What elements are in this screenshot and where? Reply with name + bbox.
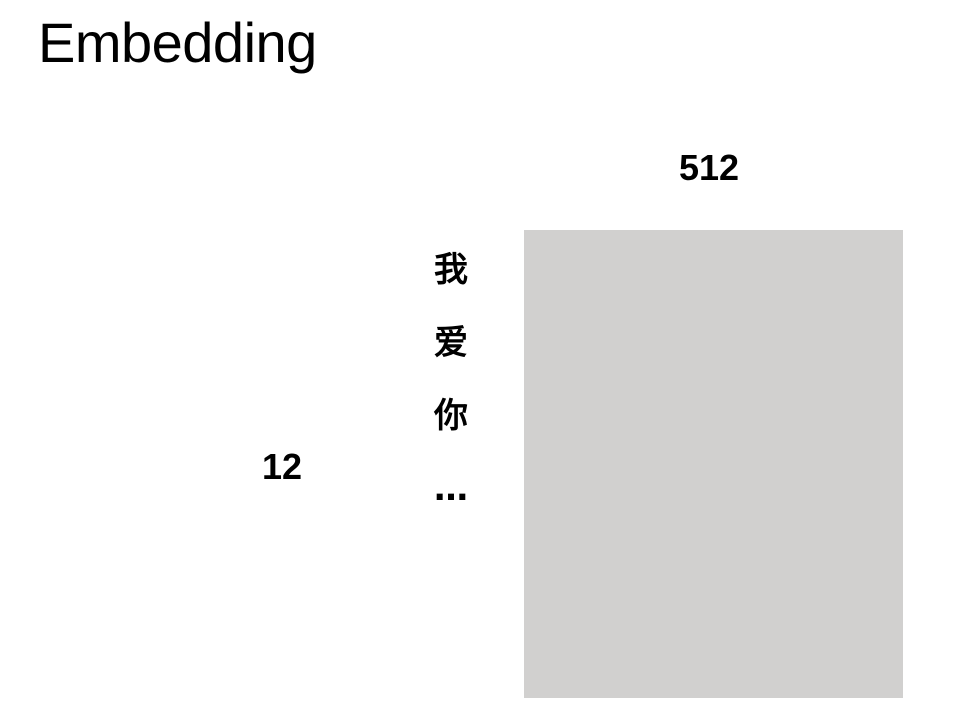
embedding-matrix: [524, 230, 903, 698]
sequence-length-label: 12: [262, 446, 303, 487]
page-title: Embedding: [38, 11, 317, 74]
token-ellipsis: …: [434, 469, 468, 509]
embedding-dimension-label: 512: [679, 147, 740, 188]
token-item: 爱: [434, 323, 468, 363]
token-list: 我 爱 你 …: [426, 246, 476, 538]
token-item: 你: [434, 396, 468, 436]
token-item: 我: [434, 250, 468, 290]
